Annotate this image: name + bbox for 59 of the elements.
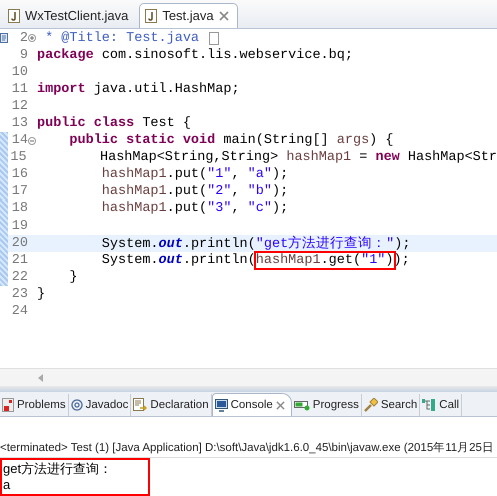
expand-icon[interactable] — [28, 34, 36, 42]
code-line: System.out.println(hashMap1.get("1")); — [100, 252, 410, 268]
close-icon[interactable] — [276, 400, 285, 410]
view-tab[interactable]: Search — [362, 394, 420, 416]
line-number: 9 — [18, 48, 28, 63]
code-line: } — [37, 286, 46, 302]
line-number: 16 — [10, 167, 28, 182]
java-file-icon — [8, 8, 20, 23]
code-line: package com.sinosoft.lis.webservice.bq; — [37, 48, 353, 63]
line-number: 10 — [10, 64, 28, 80]
view-tab[interactable]: Console — [212, 393, 292, 416]
line-number: 20 — [10, 236, 28, 251]
line-number: 12 — [10, 99, 28, 114]
view-tab[interactable]: Call — [420, 394, 462, 416]
flashlight-icon — [364, 398, 378, 412]
line-number: 2 — [18, 30, 28, 46]
code-line: * @Title: Test.java — [44, 30, 200, 46]
task-icon — [0, 33, 8, 44]
editor-tab[interactable]: Test.java — [139, 2, 238, 28]
view-tab[interactable]: Problems — [0, 394, 69, 416]
console-output-line: get方法进行查询： — [3, 461, 112, 477]
code-line: import java.util.HashMap; — [37, 82, 240, 98]
line-number: 22 — [10, 270, 28, 285]
folded-code-icon[interactable] — [209, 32, 220, 45]
line-number: 11 — [10, 82, 28, 98]
line-number: 24 — [10, 304, 28, 319]
collapse-icon[interactable] — [28, 136, 36, 145]
code-line: hashMap1.put("1", "a"); — [100, 167, 288, 182]
line-number: 15 — [9, 150, 27, 166]
line-number: 17 — [10, 184, 28, 200]
code-line: hashMap1.put("2", "b"); — [100, 184, 288, 200]
line-number: 23 — [10, 286, 28, 302]
view-tab[interactable]: Progress — [292, 394, 362, 416]
document-icon — [133, 398, 148, 412]
monitor-icon — [214, 398, 228, 412]
console-header: <terminated> Test (1) [Java Application] D:\soft\Java\jdk1.6.0_45\bin\javaw.exe (2015年11月25日 — [0, 439, 497, 458]
code-line: System.out.println("get方法进行查询："); — [100, 234, 410, 252]
line-number: 21 — [10, 252, 28, 268]
java-file-icon — [145, 8, 158, 23]
code-line: public static void main(String[] args) { — [68, 133, 394, 148]
hierarchy-icon — [422, 398, 436, 412]
line-number: 14 — [10, 133, 28, 148]
line-number: 19 — [10, 218, 28, 234]
scroll-left-icon[interactable] — [38, 374, 44, 382]
editor-tab[interactable]: WxTestClient.java — [2, 2, 138, 28]
code-line: HashMap<String,String> hashMap1 = new HashMap<Str — [98, 150, 497, 166]
view-tab[interactable]: Declaration — [131, 394, 212, 416]
code-line: hashMap1.put("3", "c"); — [100, 201, 288, 216]
progress-icon — [294, 399, 310, 412]
code-line: public class Test { — [37, 116, 191, 132]
code-line: } — [68, 270, 78, 285]
console-output-line: a — [3, 477, 12, 493]
view-tab[interactable]: Javadoc — [68, 394, 132, 416]
line-number: 18 — [10, 201, 28, 216]
line-number: 13 — [10, 116, 28, 132]
close-icon[interactable] — [218, 10, 229, 21]
code-editor[interactable] — [0, 28, 497, 368]
horizontal-scrollbar[interactable] — [0, 368, 497, 386]
at-sign-icon — [70, 399, 83, 412]
